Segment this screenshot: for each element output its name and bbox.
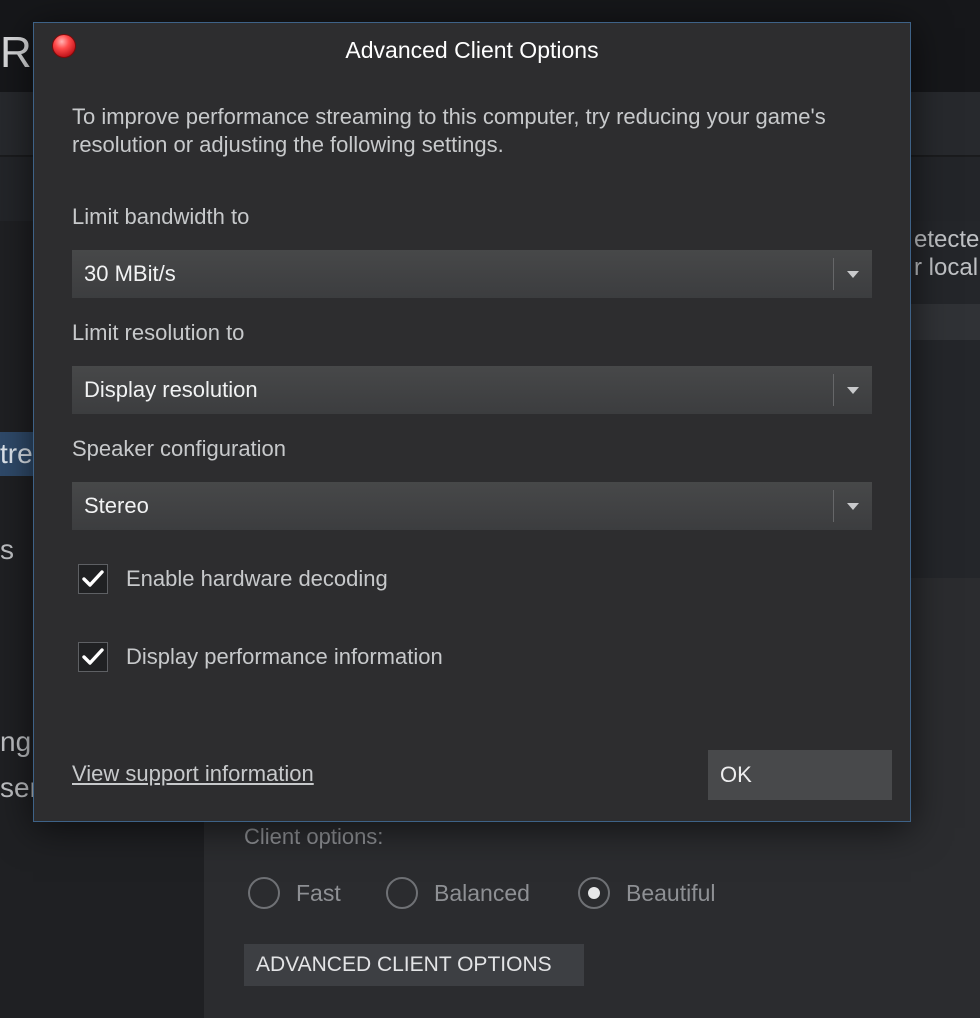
resolution-label: Limit resolution to <box>72 320 245 345</box>
performance-info-checkbox[interactable] <box>78 642 108 672</box>
select-value: Stereo <box>84 493 149 518</box>
advanced-client-options-dialog: Advanced Client Options To improve perfo… <box>33 22 911 822</box>
sidebar-item-label[interactable]: ng <box>0 726 31 758</box>
sidebar-item-label[interactable]: s <box>0 534 14 566</box>
view-support-information-link[interactable]: View support information <box>72 761 314 787</box>
radio-balanced[interactable]: Balanced <box>386 876 530 910</box>
sidebar-item-label: tre <box>0 438 33 469</box>
client-options-label: Client options: <box>244 824 384 849</box>
checkbox-label: Enable hardware decoding <box>126 566 388 591</box>
advanced-client-options-button[interactable]: ADVANCED CLIENT OPTIONS <box>244 944 584 986</box>
performance-info-option[interactable]: Display performance information <box>78 641 443 673</box>
checkmark-icon <box>82 648 104 665</box>
checkbox-label: Display performance information <box>126 644 443 669</box>
sidebar-item-active[interactable]: tre <box>0 432 34 476</box>
speaker-select[interactable]: Stereo <box>72 482 872 530</box>
bandwidth-label: Limit bandwidth to <box>72 204 250 229</box>
radio-fast[interactable]: Fast <box>248 876 341 910</box>
background-text-fragment: r local <box>914 254 979 281</box>
bandwidth-select[interactable]: 30 MBit/s <box>72 250 872 298</box>
radio-label: Beautiful <box>626 879 716 906</box>
chevron-down-icon[interactable] <box>834 250 872 298</box>
radio-label: Balanced <box>434 879 530 906</box>
checkmark-icon <box>82 570 104 587</box>
speaker-label: Speaker configuration <box>72 436 287 461</box>
select-value: Display resolution <box>84 377 258 402</box>
select-value: 30 MBit/s <box>84 261 176 286</box>
chevron-down-icon[interactable] <box>834 482 872 530</box>
hardware-decoding-checkbox[interactable] <box>78 564 108 594</box>
dialog-title: Advanced Client Options <box>345 37 599 63</box>
background-right-bar <box>911 304 980 340</box>
radio-label: Fast <box>296 879 341 906</box>
background-text-fragment: etecte <box>914 226 980 253</box>
ok-button[interactable]: OK <box>708 750 892 800</box>
radio-button-selected[interactable] <box>578 877 610 909</box>
dialog-intro-text: To improve performance streaming to this… <box>72 104 826 157</box>
radio-button[interactable] <box>248 877 280 909</box>
radio-button[interactable] <box>386 877 418 909</box>
hardware-decoding-option[interactable]: Enable hardware decoding <box>78 563 388 595</box>
resolution-select[interactable]: Display resolution <box>72 366 872 414</box>
chevron-down-icon[interactable] <box>834 366 872 414</box>
radio-beautiful[interactable]: Beautiful <box>578 876 716 910</box>
